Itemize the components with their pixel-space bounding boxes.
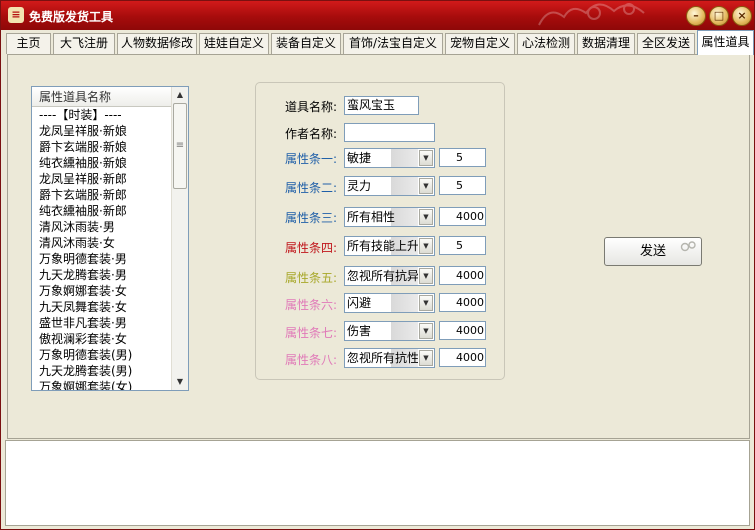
app-window: ≡ 免费版发货工具 – □ × 主页 大飞注册 人物数据修改 娃娃自定义 装备自… [0, 0, 755, 530]
tab-home[interactable]: 主页 [6, 33, 51, 54]
chevron-down-icon[interactable]: ▼ [419, 209, 433, 225]
tab-jewelry-custom[interactable]: 首饰/法宝自定义 [343, 33, 443, 54]
attribute-7-amount[interactable]: 4000 [439, 321, 486, 340]
list-item[interactable]: 爵卞玄端服·新娘 [32, 139, 188, 155]
attribute-4-amount[interactable]: 5 [439, 236, 486, 255]
tab-character-data[interactable]: 人物数据修改 [117, 33, 197, 54]
chevron-down-icon[interactable]: ▼ [419, 268, 433, 284]
tab-skill-check[interactable]: 心法检测 [517, 33, 575, 54]
attribute-2-select[interactable]: 灵力 ▼ [344, 176, 435, 196]
list-header: 属性道具名称 [32, 87, 188, 107]
author-name-input[interactable] [344, 123, 435, 142]
attribute-6-label: 属性条六: [285, 298, 338, 312]
list-item[interactable]: 龙凤呈祥服·新郎 [32, 171, 188, 187]
list-item[interactable]: 万象婀娜套装(女) [32, 379, 188, 390]
attribute-5-select[interactable]: 忽视所有抗异常▼ [344, 266, 435, 286]
list-item[interactable]: 九天龙腾套装·男 [32, 267, 188, 283]
attribute-4-select[interactable]: 所有技能上升 ▼ [344, 236, 435, 256]
list-item[interactable]: 九天龙腾套装(男) [32, 363, 188, 379]
attribute-1-value: 敏捷 [347, 149, 418, 167]
item-name-label: 道具名称: [285, 100, 338, 114]
attribute-8-amount[interactable]: 4000 [439, 348, 486, 367]
tab-register[interactable]: 大飞注册 [53, 33, 115, 54]
list-item[interactable]: 龙凤呈祥服·新娘 [32, 123, 188, 139]
scroll-down-icon[interactable]: ▼ [172, 374, 188, 390]
chevron-down-icon[interactable]: ▼ [419, 178, 433, 194]
attribute-8-value: 忽视所有抗性 [347, 349, 418, 367]
attribute-7-label: 属性条七: [285, 326, 338, 340]
list-item[interactable]: 万象婀娜套装·女 [32, 283, 188, 299]
cloud-pattern-icon [538, 3, 645, 26]
minimize-icon[interactable]: – [686, 6, 706, 26]
item-name-input[interactable]: 蛮风宝玉 [344, 96, 419, 115]
attribute-5-label: 属性条五: [285, 271, 338, 285]
attribute-7-select[interactable]: 伤害 ▼ [344, 321, 435, 341]
attribute-7-value: 伤害 [347, 322, 418, 340]
close-icon[interactable]: × [732, 6, 752, 26]
chevron-down-icon[interactable]: ▼ [419, 150, 433, 166]
attribute-2-amount[interactable]: 5 [439, 176, 486, 195]
list-item[interactable]: 万象明德套装·男 [32, 251, 188, 267]
attribute-3-amount[interactable]: 4000 [439, 207, 486, 226]
tab-pet-custom[interactable]: 宠物自定义 [445, 33, 515, 54]
attribute-6-select[interactable]: 闪避 ▼ [344, 293, 435, 313]
attribute-3-select[interactable]: 所有相性 ▼ [344, 207, 435, 227]
attribute-2-value: 灵力 [347, 177, 418, 195]
author-name-label: 作者名称: [285, 127, 338, 141]
attribute-6-value: 闪避 [347, 294, 418, 312]
tab-strip: 主页 大飞注册 人物数据修改 娃娃自定义 装备自定义 首饰/法宝自定义 宠物自定… [1, 30, 754, 55]
list-item[interactable]: 爵卞玄端服·新郎 [32, 187, 188, 203]
cloud-swirl-icon [680, 241, 696, 252]
attribute-8-label: 属性条八: [285, 353, 338, 367]
attribute-2-label: 属性条二: [285, 181, 338, 195]
list-item[interactable]: ----【时装】---- [32, 107, 188, 123]
app-badge-icon: ≡ [8, 7, 24, 23]
title-bar[interactable]: ≡ 免费版发货工具 – □ × [1, 1, 754, 30]
chevron-down-icon[interactable]: ▼ [419, 238, 433, 254]
attribute-8-select[interactable]: 忽视所有抗性 ▼ [344, 348, 435, 368]
tab-broadcast[interactable]: 全区发送 [637, 33, 695, 54]
list-scrollbar[interactable]: ▲ ≡ ▼ [171, 87, 188, 390]
attribute-5-value: 忽视所有抗异常 [347, 267, 418, 285]
list-item[interactable]: 纯衣纁袖服·新娘 [32, 155, 188, 171]
window-title: 免费版发货工具 [29, 10, 114, 24]
attribute-1-amount[interactable]: 5 [439, 148, 486, 167]
attribute-5-amount[interactable]: 4000 [439, 266, 486, 285]
attribute-1-select[interactable]: 敏捷 ▼ [344, 148, 435, 168]
maximize-icon[interactable]: □ [709, 6, 729, 26]
log-output-area[interactable] [5, 440, 750, 526]
list-item[interactable]: 清风沐雨装·男 [32, 219, 188, 235]
chevron-down-icon[interactable]: ▼ [419, 295, 433, 311]
tab-equipment-custom[interactable]: 装备自定义 [271, 33, 341, 54]
list-item[interactable]: 纯衣纁袖服·新郎 [32, 203, 188, 219]
attribute-4-value: 所有技能上升 [347, 237, 418, 255]
list-item[interactable]: 万象明德套装(男) [32, 347, 188, 363]
send-button[interactable]: 发送 [604, 237, 702, 266]
scroll-thumb[interactable]: ≡ [173, 103, 187, 189]
tab-attribute-item[interactable]: 属性道具 [697, 30, 754, 55]
attribute-3-value: 所有相性 [347, 208, 418, 226]
list-item[interactable]: 清风沐雨装·女 [32, 235, 188, 251]
send-button-label: 发送 [639, 244, 666, 259]
tab-data-cleanup[interactable]: 数据清理 [577, 33, 635, 54]
attribute-1-label: 属性条一: [285, 152, 338, 166]
attribute-6-amount[interactable]: 4000 [439, 293, 486, 312]
list-item[interactable]: 盛世非凡套装·男 [32, 315, 188, 331]
list-item[interactable]: 九天凤舞套装·女 [32, 299, 188, 315]
attribute-3-label: 属性条三: [285, 211, 338, 225]
scroll-up-icon[interactable]: ▲ [172, 87, 188, 103]
chevron-down-icon[interactable]: ▼ [419, 323, 433, 339]
chevron-down-icon[interactable]: ▼ [419, 350, 433, 366]
tab-doll-custom[interactable]: 娃娃自定义 [199, 33, 269, 54]
list-item[interactable]: 傲视澜彩套装·女 [32, 331, 188, 347]
attribute-4-label: 属性条四: [285, 241, 338, 255]
item-listbox[interactable]: 属性道具名称 ----【时装】---- 龙凤呈祥服·新娘 爵卞玄端服·新娘 纯衣… [31, 86, 189, 391]
